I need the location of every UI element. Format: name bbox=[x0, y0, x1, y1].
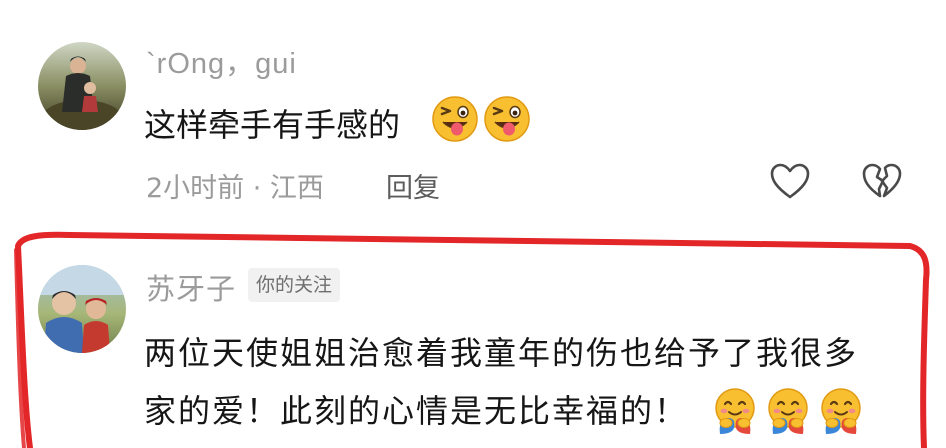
comment-text-line: 家的爱！此刻的心情是无比幸福的！ bbox=[144, 392, 689, 430]
hugging-face-emoji bbox=[768, 388, 808, 434]
broken-heart-icon[interactable] bbox=[860, 160, 904, 208]
avatar[interactable] bbox=[38, 265, 126, 353]
heart-outline-icon[interactable] bbox=[768, 160, 812, 208]
winking-face-with-tongue-emoji bbox=[432, 96, 478, 142]
red-highlight-outline bbox=[14, 231, 930, 448]
comment-text-line: 两位天使姐姐治愈着我童年的伤也给予了我很多 bbox=[144, 334, 859, 372]
comment-username[interactable]: `rOng，gui bbox=[146, 40, 297, 82]
winking-face-with-tongue-emoji bbox=[484, 96, 530, 142]
comment-text: 这样牵手有手感的 bbox=[144, 106, 401, 144]
following-badge: 你的关注 bbox=[248, 268, 341, 302]
avatar[interactable] bbox=[38, 42, 126, 130]
comment-section: `rOng，gui 这样牵手有手感的 2小时前 · 江西 回复 苏牙子 你的关注… bbox=[0, 0, 946, 448]
comment-username[interactable]: 苏牙子 bbox=[146, 266, 236, 308]
comment-meta: 2小时前 · 江西 bbox=[146, 173, 324, 204]
hugging-face-emoji bbox=[715, 388, 755, 434]
hugging-face-emoji bbox=[821, 388, 861, 434]
reply-button[interactable]: 回复 bbox=[386, 166, 440, 205]
